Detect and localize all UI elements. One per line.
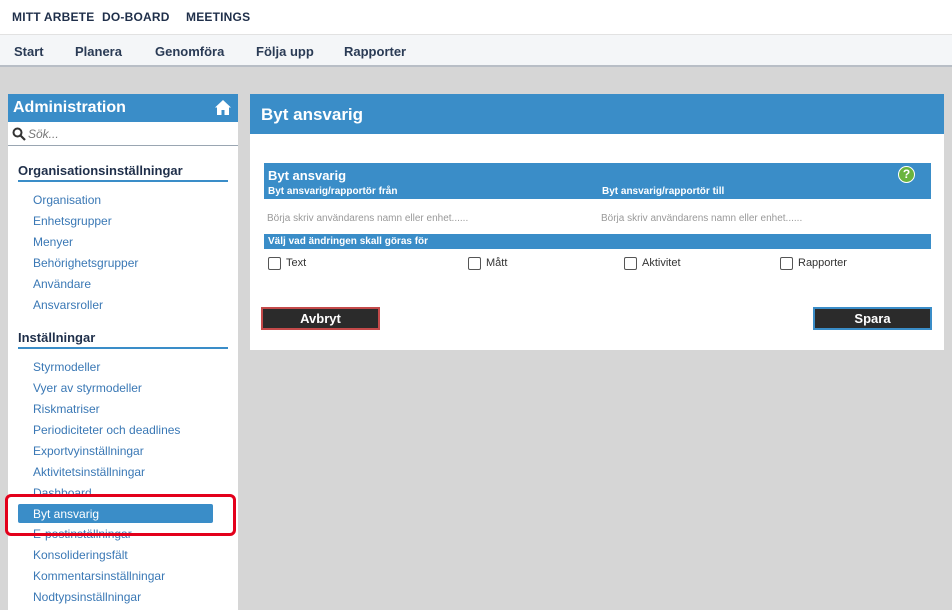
subnav-folja-upp[interactable]: Följa upp [256, 44, 314, 59]
sidebar-item-ansvarsroller[interactable]: Ansvarsroller [33, 298, 103, 312]
top-navigation: MITT ARBETE DO-BOARD MEETINGS [0, 0, 952, 35]
choose-header: Välj vad ändringen skall göras för [264, 234, 931, 249]
sidebar-item-menyer[interactable]: Menyer [33, 235, 73, 249]
search-icon [12, 127, 26, 141]
section-title-installningar: Inställningar [18, 330, 228, 349]
help-icon[interactable]: ? [898, 166, 915, 183]
checkbox-box[interactable] [268, 257, 281, 270]
to-label: Byt ansvarig/rapportör till [602, 186, 725, 197]
fieldset-title: Byt ansvarig [268, 168, 347, 183]
sidebar-item-behorighetsgrupper[interactable]: Behörighetsgrupper [33, 256, 138, 270]
from-user-input[interactable] [267, 210, 567, 226]
sidebar-item-konsolideringsfalt[interactable]: Konsolideringsfält [33, 548, 128, 562]
sidebar-item-enhetsgrupper[interactable]: Enhetsgrupper [33, 214, 112, 228]
sidebar-item-periodiciteter[interactable]: Periodiciteter och deadlines [33, 423, 180, 437]
sidebar-title: Administration [13, 99, 126, 116]
section-title-organisation: Organisationsinställningar [18, 163, 228, 182]
subnav-start[interactable]: Start [14, 44, 44, 59]
checkbox-label: Mått [486, 257, 508, 269]
sidebar-search-input[interactable] [28, 124, 233, 143]
panel-header: Byt ansvarig [250, 94, 944, 134]
sidebar-item-dashboard[interactable]: Dashboard [33, 486, 92, 500]
checkbox-label: Text [286, 257, 307, 269]
main-panel: Byt ansvarig Byt ansvarig ? Byt ansvarig… [250, 94, 944, 350]
fieldset-header: Byt ansvarig ? [264, 163, 931, 185]
home-icon[interactable] [214, 99, 232, 116]
sidebar-item-vyer-av-styrmodeller[interactable]: Vyer av styrmodeller [33, 381, 142, 395]
sidebar-header: Administration [8, 94, 238, 122]
topnav-meetings[interactable]: MEETINGS [186, 10, 250, 24]
sidebar-item-byt-ansvarig[interactable]: Byt ansvarig [18, 504, 213, 523]
sidebar-item-exportvyinstallningar[interactable]: Exportvyinställningar [33, 444, 144, 458]
sidebar-item-kommentarsinstallningar[interactable]: Kommentarsinställningar [33, 569, 165, 583]
sidebar-item-organisation[interactable]: Organisation [33, 193, 101, 207]
sub-navigation: Start Planera Genomföra Följa upp Rappor… [0, 35, 952, 67]
from-to-header: Byt ansvarig/rapportör från Byt ansvarig… [264, 185, 931, 199]
sidebar-item-anvandare[interactable]: Användare [33, 277, 91, 291]
checkbox-box[interactable] [624, 257, 637, 270]
checkbox-box[interactable] [780, 257, 793, 270]
topnav-do-board[interactable]: DO-BOARD [102, 10, 170, 24]
save-button[interactable]: Spara [813, 307, 932, 330]
checkbox-label: Aktivitet [642, 257, 681, 269]
choose-label: Välj vad ändringen skall göras för [268, 236, 429, 247]
sidebar-search [8, 122, 238, 146]
to-user-input[interactable] [601, 210, 901, 226]
topnav-mitt-arbete[interactable]: MITT ARBETE [12, 10, 94, 24]
subnav-planera[interactable]: Planera [75, 44, 122, 59]
sidebar-item-nodtypsinstallningar[interactable]: Nodtypsinställningar [33, 590, 141, 604]
subnav-rapporter[interactable]: Rapporter [344, 44, 406, 59]
sidebar-item-riskmatriser[interactable]: Riskmatriser [33, 402, 100, 416]
sidebar-item-e-postinstallningar[interactable]: E-postinställningar [33, 527, 132, 541]
sidebar-item-styrmodeller[interactable]: Styrmodeller [33, 360, 100, 374]
cancel-button[interactable]: Avbryt [261, 307, 380, 330]
checkbox-label: Rapporter [798, 257, 847, 269]
sidebar-item-label: Byt ansvarig [33, 507, 100, 521]
sidebar-item-aktivitetsinstallningar[interactable]: Aktivitetsinställningar [33, 465, 145, 479]
subnav-genomfora[interactable]: Genomföra [155, 44, 224, 59]
page-title: Byt ansvarig [261, 105, 364, 124]
checkbox-box[interactable] [468, 257, 481, 270]
admin-sidebar: Administration Organisationsinställninga… [8, 94, 238, 610]
from-label: Byt ansvarig/rapportör från [268, 186, 398, 197]
